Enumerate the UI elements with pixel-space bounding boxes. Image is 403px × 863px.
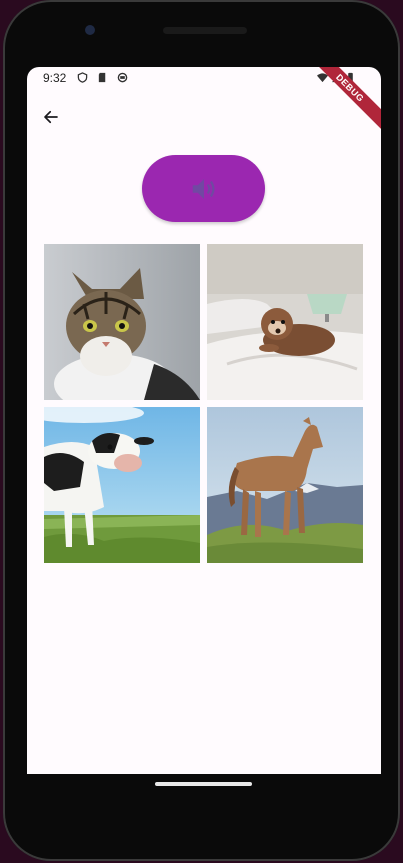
animal-tile-cat[interactable] (44, 244, 200, 400)
dog-image (207, 244, 363, 400)
volume-icon (192, 178, 214, 199)
horse-image (207, 407, 363, 563)
app-icon (117, 72, 128, 83)
animal-tile-cow[interactable] (44, 407, 200, 563)
play-sound-button[interactable] (142, 155, 265, 222)
animal-tile-horse[interactable] (207, 407, 363, 563)
status-time: 9:32 (43, 71, 67, 85)
animal-tile-dog[interactable] (207, 244, 363, 400)
shield-icon (77, 72, 88, 83)
cow-image (44, 407, 200, 563)
app-screen: 9:32 DEBUG (27, 67, 381, 774)
arrow-left-icon (44, 110, 58, 124)
front-camera (85, 25, 95, 35)
sd-card-icon (98, 72, 106, 83)
cat-image (44, 244, 200, 400)
gesture-home-bar[interactable] (155, 782, 252, 786)
earpiece-speaker (163, 27, 247, 34)
back-button[interactable] (35, 101, 67, 133)
phone-frame: 9:32 DEBUG (3, 0, 400, 861)
app-bar (27, 93, 381, 141)
